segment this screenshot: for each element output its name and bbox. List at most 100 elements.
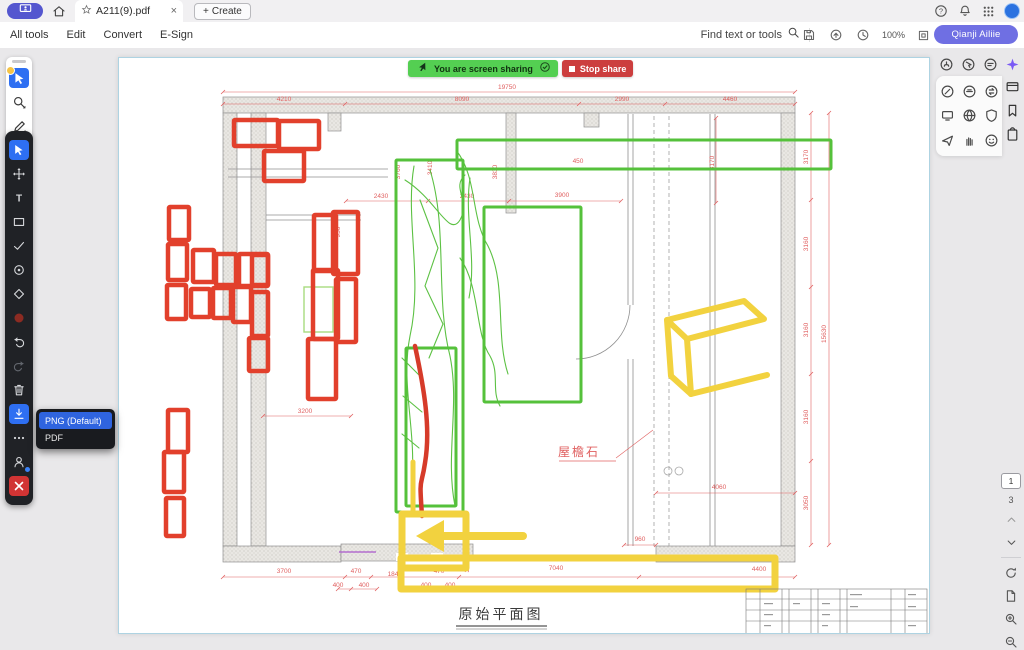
redo-button[interactable] <box>9 356 29 376</box>
export-menu: PNG (Default)PDF <box>36 409 115 449</box>
comment-tool-icon[interactable] <box>982 56 999 73</box>
zoom-in-icon[interactable] <box>1003 610 1020 627</box>
select-rail-icon[interactable] <box>960 56 977 73</box>
text-tool[interactable]: T <box>9 188 29 208</box>
svg-text:3830: 3830 <box>492 164 499 179</box>
previous-page-icon[interactable] <box>1003 511 1020 528</box>
participant-badge <box>25 467 30 472</box>
svg-text:4060: 4060 <box>712 484 727 491</box>
sharing-text: You are screen sharing <box>434 64 533 74</box>
sharing-indicator: You are screen sharing <box>408 60 558 77</box>
export-option-pdf[interactable]: PDF <box>39 429 112 446</box>
document-tab[interactable]: A211(9).pdf × <box>75 0 183 22</box>
tab-close-icon[interactable]: × <box>171 5 177 17</box>
svg-text:3900: 3900 <box>555 192 570 199</box>
rectangle-tool[interactable] <box>9 212 29 232</box>
hand-icon[interactable] <box>961 132 978 149</box>
apps-grid-icon[interactable] <box>980 3 997 20</box>
color-swatch[interactable] <box>9 308 29 328</box>
protect-icon[interactable] <box>983 107 1000 124</box>
svg-text:7040: 7040 <box>549 565 564 572</box>
pointer-tool[interactable] <box>9 140 29 160</box>
select-tool[interactable] <box>9 68 29 88</box>
stop-share-button[interactable]: Stop share <box>562 60 634 77</box>
svg-text:3160: 3160 <box>803 322 810 337</box>
convert-icon[interactable] <box>983 83 1000 100</box>
undo-button[interactable] <box>9 332 29 352</box>
export-option-png-default-[interactable]: PNG (Default) <box>39 412 112 429</box>
svg-text:400: 400 <box>333 582 344 589</box>
avatar[interactable] <box>1004 3 1020 19</box>
ai-assistant-icon[interactable] <box>1004 56 1021 73</box>
more-button[interactable] <box>9 428 29 448</box>
screen-icon[interactable] <box>939 107 956 124</box>
rotate-page-icon[interactable] <box>1003 564 1020 581</box>
history-icon[interactable] <box>855 27 872 44</box>
divider <box>1001 557 1021 558</box>
svg-text:15630: 15630 <box>821 325 828 343</box>
svg-text:2990: 2990 <box>615 96 630 103</box>
clipboard-icon[interactable] <box>1004 126 1021 143</box>
bookmark-icon[interactable] <box>1004 102 1021 119</box>
document-canvas: 1975042108090299044603170317031603160316… <box>0 48 1024 643</box>
pdf-page[interactable]: 1975042108090299044603170317031603160316… <box>118 57 930 634</box>
quick-toolbar <box>6 57 32 142</box>
menu-item-e-sign[interactable]: E-Sign <box>160 29 193 41</box>
page-total: 3 <box>1008 495 1013 505</box>
next-page-icon[interactable] <box>1003 534 1020 551</box>
svg-text:?: ? <box>938 7 942 16</box>
svg-text:470: 470 <box>351 568 362 575</box>
acrobat-toolbar: All tools Edit Convert E-Sign Find text or … <box>0 22 1024 49</box>
page-number-input[interactable]: 1 <box>1001 473 1021 489</box>
svg-text:2430: 2430 <box>374 193 389 200</box>
sign-icon[interactable] <box>961 83 978 100</box>
verified-icon <box>539 60 551 78</box>
zoom-out-icon[interactable] <box>1003 633 1020 650</box>
home-icon[interactable] <box>52 4 66 23</box>
zoom-tool[interactable] <box>9 92 29 112</box>
svg-text:8090: 8090 <box>455 96 470 103</box>
close-annotate-button[interactable] <box>9 476 29 496</box>
menu-item-edit[interactable]: Edit <box>67 29 86 41</box>
globe-icon[interactable] <box>961 107 978 124</box>
star-icon[interactable] <box>81 2 92 20</box>
screenshare-pill[interactable] <box>7 3 43 19</box>
move-tool[interactable] <box>9 164 29 184</box>
check-tool[interactable] <box>9 236 29 256</box>
stop-square-icon <box>569 66 575 72</box>
menu-item-all-tools[interactable]: All tools <box>10 29 49 41</box>
find-label: Find text or tools <box>701 29 782 41</box>
drawing-title: 原始平面图 <box>459 606 544 622</box>
eave-stone-label: 屋檐石 <box>558 445 600 459</box>
export-page-icon[interactable] <box>1003 587 1020 604</box>
share-icon[interactable] <box>828 27 845 44</box>
eraser-tool[interactable] <box>9 284 29 304</box>
plus-icon: + <box>203 6 209 17</box>
edit-pdf-icon[interactable] <box>939 83 956 100</box>
help-icon[interactable]: ? <box>932 3 949 20</box>
svg-text:450: 450 <box>573 158 584 165</box>
svg-text:T: T <box>16 194 22 205</box>
right-rail-top <box>938 56 1021 73</box>
drag-handle[interactable] <box>12 60 26 63</box>
menu-item-convert[interactable]: Convert <box>104 29 143 41</box>
find-tools[interactable]: Find text or tools <box>701 22 814 48</box>
right-rail-side <box>1004 78 1021 143</box>
download-button[interactable] <box>9 404 29 424</box>
save-icon[interactable] <box>801 27 818 44</box>
annotation-toolbar: T <box>5 131 33 505</box>
face-icon[interactable] <box>983 132 1000 149</box>
send-icon[interactable] <box>939 132 956 149</box>
laser-tool[interactable] <box>9 260 29 280</box>
delete-button[interactable] <box>9 380 29 400</box>
card-icon[interactable] <box>1004 78 1021 95</box>
create-button[interactable]: + Create <box>194 3 251 20</box>
tools-panel <box>936 76 1002 156</box>
page-controls: 1 3 <box>999 473 1023 650</box>
notifications-icon[interactable] <box>956 3 973 20</box>
pan-tool-icon[interactable] <box>938 56 955 73</box>
participants-button[interactable] <box>9 452 29 472</box>
zoom-level-label[interactable]: 100% <box>882 30 905 40</box>
fit-page-icon[interactable] <box>915 27 932 44</box>
ai-assistant-button[interactable]: Qianji Ailiie <box>934 25 1018 44</box>
